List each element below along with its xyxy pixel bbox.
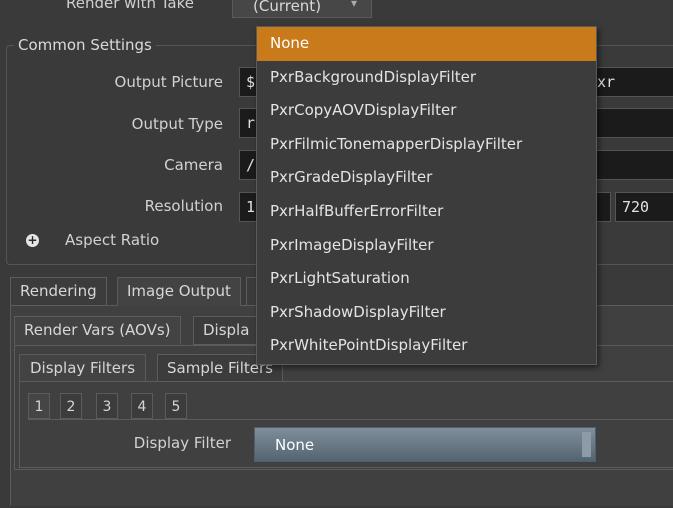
- select-scroll-handle: [582, 432, 591, 457]
- dropdown-item-pxr-filmic-tonemapper[interactable]: PxrFilmicTonemapperDisplayFilter: [257, 128, 596, 162]
- resolution-label: Resolution: [144, 197, 223, 215]
- number-tab-4[interactable]: 4: [131, 393, 153, 419]
- number-tab-5[interactable]: 5: [165, 393, 187, 419]
- dropdown-item-pxr-copy-aov[interactable]: PxrCopyAOVDisplayFilter: [257, 94, 596, 128]
- dropdown-item-pxr-light-saturation[interactable]: PxrLightSaturation: [257, 262, 596, 296]
- tab-render-vars[interactable]: Render Vars (AOVs): [14, 316, 181, 345]
- resolution-height-field[interactable]: 720: [615, 192, 673, 222]
- number-tab-2[interactable]: 2: [60, 393, 82, 419]
- output-type-value: r: [246, 114, 256, 132]
- dropdown-item-pxr-grade[interactable]: PxrGradeDisplayFilter: [257, 161, 596, 195]
- dropdown-item-none[interactable]: None: [257, 27, 596, 61]
- tab-display-filters[interactable]: Display Filters: [19, 354, 147, 382]
- dropdown-item-pxr-half-buffer-error[interactable]: PxrHalfBufferErrorFilter: [257, 195, 596, 229]
- dropdown-item-pxr-shadow[interactable]: PxrShadowDisplayFilter: [257, 296, 596, 330]
- render-with-take-menu[interactable]: (Current) ▾: [232, 0, 372, 18]
- output-picture-value-end: xr: [597, 73, 616, 91]
- camera-label: Camera: [164, 156, 223, 174]
- tab-image-output[interactable]: Image Output: [117, 277, 241, 306]
- output-picture-value: $: [246, 73, 256, 91]
- output-type-label: Output Type: [131, 115, 223, 133]
- aspect-ratio-label: Aspect Ratio: [65, 231, 160, 249]
- display-filter-label: Display Filter: [133, 434, 231, 452]
- dropdown-item-pxr-white-point[interactable]: PxrWhitePointDisplayFilter: [257, 329, 596, 363]
- dropdown-item-pxr-image[interactable]: PxrImageDisplayFilter: [257, 229, 596, 263]
- output-picture-label: Output Picture: [114, 73, 223, 91]
- chevron-down-icon: ▾: [351, 0, 358, 10]
- plus-circle-icon[interactable]: +: [26, 234, 39, 247]
- resolution-height-value: 720: [622, 198, 650, 216]
- camera-value: /: [246, 156, 256, 174]
- number-tab-3[interactable]: 3: [96, 393, 118, 419]
- tab-display[interactable]: Displa: [193, 316, 260, 345]
- tab-rendering[interactable]: Rendering: [10, 277, 107, 306]
- render-with-take-label: Render with Take: [65, 0, 194, 12]
- common-settings-title: Common Settings: [14, 36, 156, 54]
- dropdown-item-pxr-background[interactable]: PxrBackgroundDisplayFilter: [257, 61, 596, 95]
- render-with-take-value: (Current): [253, 0, 322, 15]
- display-filter-dropdown[interactable]: None PxrBackgroundDisplayFilter PxrCopyA…: [256, 26, 597, 365]
- resolution-width-value: 1: [246, 198, 256, 216]
- display-filter-select[interactable]: None: [254, 427, 596, 462]
- number-tab-1[interactable]: 1: [28, 393, 50, 419]
- display-filter-value: None: [275, 436, 315, 454]
- number-tabs-panel: [28, 419, 673, 420]
